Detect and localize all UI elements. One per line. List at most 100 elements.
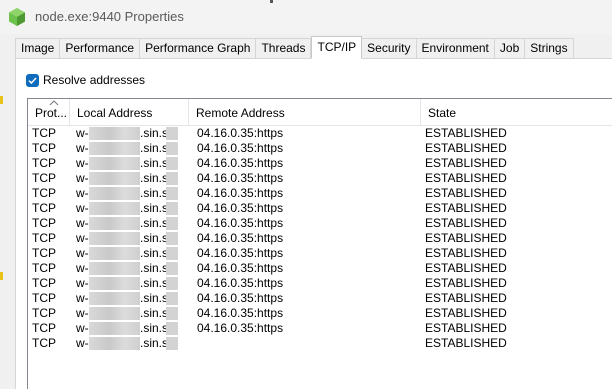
state-cell: ESTABLISHED: [425, 186, 507, 200]
state-cell: ESTABLISHED: [425, 171, 507, 185]
table-row[interactable]: TCP w-p .sin.s 04.16.0.35:https ESTABLISHED: [28, 276, 612, 291]
redacted-blur: [166, 157, 178, 170]
tab-strings[interactable]: Strings: [525, 38, 574, 58]
resolve-addresses-label: Resolve addresses: [43, 73, 146, 87]
state-cell: ESTABLISHED: [425, 291, 507, 305]
background-artifact: [0, 96, 3, 104]
redacted-blur: [89, 202, 140, 215]
local-address-suffix: .sin.s: [140, 216, 169, 230]
tab-performance[interactable]: Performance: [60, 38, 141, 58]
remote-address-cell: 04.16.0.35:https: [197, 186, 284, 200]
state-cell: ESTABLISHED: [425, 321, 507, 335]
state-cell: ESTABLISHED: [425, 246, 507, 260]
remote-address-cell: 04.16.0.35:https: [197, 231, 284, 245]
table-row[interactable]: TCP w-p .sin.s 04.16.0.35:https ESTABLISHED: [28, 261, 612, 276]
connections-list[interactable]: Prot... Local Address Remote Address Sta…: [27, 98, 612, 389]
tab-security[interactable]: Security: [362, 38, 417, 58]
state-cell: ESTABLISHED: [425, 156, 507, 170]
remote-address-cell: 04.16.0.35:https: [197, 246, 284, 260]
column-header-label: Prot...: [35, 106, 68, 120]
table-row[interactable]: TCP w-p .sin.s 04.16.0.35:https ESTABLISHED: [28, 186, 612, 201]
protocol-cell: TCP: [32, 141, 56, 155]
tab-environment[interactable]: Environment: [416, 38, 495, 58]
local-address-suffix: .sin.s: [140, 156, 169, 170]
local-address-cell: w-p .sin.s: [76, 231, 178, 246]
redacted-blur: [89, 322, 140, 335]
redacted-blur: [166, 277, 178, 290]
redacted-blur: [89, 217, 140, 230]
local-address-cell: w-p .sin.s: [76, 336, 178, 351]
local-address-cell: w-p .sin.s: [76, 276, 178, 291]
column-header-label: State: [428, 106, 457, 120]
redacted-blur: [166, 232, 178, 245]
local-address-suffix: .sin.s: [140, 306, 169, 320]
local-address-suffix: .sin.s: [140, 291, 169, 305]
title-bar: node.exe:9440 Properties: [0, 0, 612, 34]
redacted-blur: [89, 247, 140, 260]
state-cell: ESTABLISHED: [425, 216, 507, 230]
protocol-cell: TCP: [32, 306, 56, 320]
table-row[interactable]: TCP w-p .sin.s 04.16.0.35:https ESTABLISHED: [28, 321, 612, 336]
state-cell: ESTABLISHED: [425, 126, 507, 140]
redacted-blur: [89, 277, 140, 290]
node-hexagon-icon: [9, 8, 25, 26]
state-cell: ESTABLISHED: [425, 201, 507, 215]
sort-ascending-icon: [49, 100, 59, 106]
protocol-cell: TCP: [32, 246, 56, 260]
protocol-cell: TCP: [32, 201, 56, 215]
redacted-blur: [166, 322, 178, 335]
local-address-suffix: .sin.s: [140, 276, 169, 290]
remote-address-cell: 04.16.0.35:https: [197, 321, 284, 335]
local-address-suffix: .sin.s: [140, 186, 169, 200]
tab-tcpip[interactable]: TCP/IP: [311, 36, 363, 59]
protocol-cell: TCP: [32, 261, 56, 275]
local-address-cell: w-p .sin.s: [76, 201, 178, 216]
table-row[interactable]: TCP w-p .sin.s 04.16.0.35:https ESTABLISHED: [28, 141, 612, 156]
column-header-local-address[interactable]: Local Address: [70, 99, 189, 125]
remote-address-cell: 04.16.0.35:https: [197, 201, 284, 215]
redacted-blur: [166, 337, 178, 350]
table-row[interactable]: TCP w-p .sin.s 04.16.0.35:https ESTABLISHED: [28, 156, 612, 171]
remote-address-cell: 04.16.0.35:https: [197, 216, 284, 230]
remote-address-cell: 04.16.0.35:https: [197, 291, 284, 305]
table-row[interactable]: TCP w-p .sin.s 04.16.0.35:https ESTABLISHED: [28, 171, 612, 186]
local-address-suffix: .sin.s: [140, 141, 169, 155]
checkmark-icon: [28, 76, 37, 84]
local-address-cell: w-p .sin.s: [76, 126, 178, 141]
tab-image[interactable]: Image: [15, 38, 61, 58]
resolve-addresses-checkbox[interactable]: [26, 73, 39, 87]
protocol-cell: TCP: [32, 216, 56, 230]
protocol-cell: TCP: [32, 186, 56, 200]
state-cell: ESTABLISHED: [425, 231, 507, 245]
table-row[interactable]: TCP w-p .sin.s 04.16.0.35:https ESTABLISHED: [28, 306, 612, 321]
table-row[interactable]: TCP w-p .sin.s 04.16.0.35:https ESTABLISHED: [28, 231, 612, 246]
protocol-cell: TCP: [32, 336, 56, 350]
tab-performance-graph[interactable]: Performance Graph: [140, 38, 257, 58]
resolve-addresses-option[interactable]: Resolve addresses: [26, 72, 145, 88]
remote-address-cell: 04.16.0.35:https: [197, 171, 284, 185]
table-row[interactable]: TCP w-p .sin.s 04.16.0.35:https ESTABLISHED: [28, 246, 612, 261]
local-address-suffix: .sin.s: [140, 336, 169, 350]
table-row[interactable]: TCP w-p .sin.s ESTABLISHED: [28, 336, 612, 351]
protocol-cell: TCP: [32, 231, 56, 245]
table-row[interactable]: TCP w-p .sin.s 04.16.0.35:https ESTABLISHED: [28, 291, 612, 306]
local-address-cell: w-p .sin.s: [76, 141, 178, 156]
local-address-cell: w-p .sin.s: [76, 321, 178, 336]
remote-address-cell: 04.16.0.35:https: [197, 276, 284, 290]
column-header-remote-address[interactable]: Remote Address: [189, 99, 421, 125]
column-header-protocol[interactable]: Prot...: [28, 99, 70, 125]
redacted-blur: [166, 247, 178, 260]
protocol-cell: TCP: [32, 321, 56, 335]
table-row[interactable]: TCP w-p .sin.s 04.16.0.35:https ESTABLISHED: [28, 216, 612, 231]
tab-job[interactable]: Job: [494, 38, 526, 58]
redacted-blur: [89, 142, 140, 155]
redacted-blur: [166, 307, 178, 320]
redacted-blur: [166, 217, 178, 230]
local-address-suffix: .sin.s: [140, 126, 169, 140]
redacted-blur: [89, 292, 140, 305]
tab-strip: Image Performance Performance Graph Thre…: [15, 36, 574, 59]
table-row[interactable]: TCP w-p .sin.s 04.16.0.35:https ESTABLISHED: [28, 126, 612, 141]
column-header-state[interactable]: State: [421, 99, 612, 125]
tab-threads[interactable]: Threads: [256, 38, 312, 58]
table-row[interactable]: TCP w-p .sin.s 04.16.0.35:https ESTABLISHED: [28, 201, 612, 216]
